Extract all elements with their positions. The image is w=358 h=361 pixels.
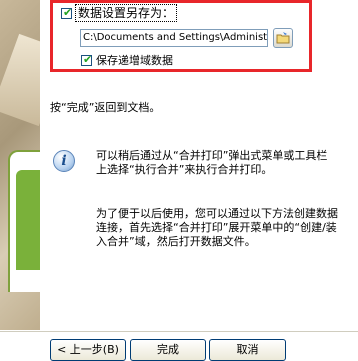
side-image-fold xyxy=(0,33,40,127)
finish-hint-text: 按“完成”返回到文档。 xyxy=(50,101,161,114)
browse-button[interactable] xyxy=(273,28,293,48)
finish-button[interactable]: 完成 xyxy=(130,339,206,361)
button-divider xyxy=(0,331,358,332)
save-data-settings-label[interactable]: 数据设置另存为： xyxy=(75,4,178,22)
cancel-button[interactable]: 取消 xyxy=(209,339,286,361)
save-data-settings-checkbox[interactable]: ✔ xyxy=(61,6,73,19)
info-paragraph-connection: 为了便于以后使用，您可以通过以下方法创建数据连接，首先选择“合并打印”展开菜单中… xyxy=(96,207,338,248)
side-image-green-page xyxy=(16,170,40,270)
back-button[interactable]: < 上一步(B) xyxy=(50,339,126,361)
store-increment-label[interactable]: 保存递增域数据 xyxy=(96,52,173,68)
checkmark-icon: ✔ xyxy=(83,53,93,66)
browse-folder-icon xyxy=(276,32,290,44)
checkmark-icon: ✔ xyxy=(63,6,73,19)
wizard-side-image xyxy=(0,0,40,330)
info-paragraph-merge: 可以稍后通过从“合并打印”弹出式菜单或工具栏上选择“执行合并”来执行合并打印。 xyxy=(96,149,328,176)
info-icon: i xyxy=(53,150,75,172)
store-increment-checkbox[interactable]: ✔ xyxy=(81,53,93,66)
save-path-field[interactable]: C:\Documents and Settings\Administra xyxy=(80,29,268,47)
